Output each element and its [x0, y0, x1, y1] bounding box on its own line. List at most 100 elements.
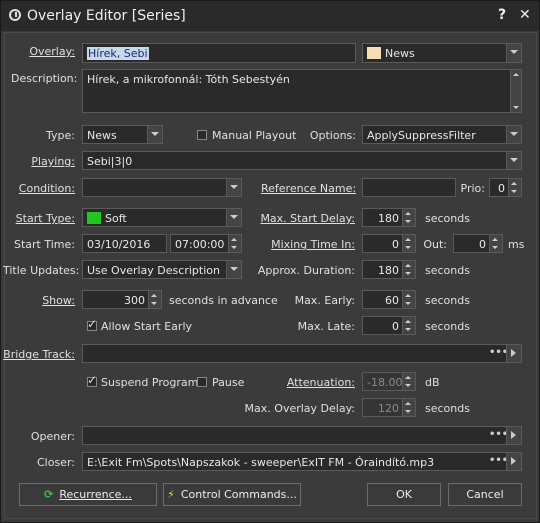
- attenuation-stepper[interactable]: -18.00: [362, 372, 416, 391]
- spin-arrows-icon[interactable]: [402, 235, 415, 252]
- allow-start-early-checkbox[interactable]: [87, 317, 97, 331]
- approx-duration-unit: seconds: [425, 264, 470, 277]
- closer-input[interactable]: E:\Exit Fm\Spots\Napszakok - sweeper\ExI…: [82, 452, 522, 471]
- spin-arrows-icon[interactable]: [402, 209, 415, 226]
- spin-arrows-icon[interactable]: [402, 317, 415, 334]
- chevron-down-icon[interactable]: [226, 261, 241, 278]
- start-type-color-swatch: [87, 212, 101, 224]
- overlay-label: Overlay:: [29, 45, 75, 58]
- closer-label: Closer:: [36, 456, 75, 469]
- playing-label: Playing:: [31, 155, 75, 168]
- chevron-down-icon[interactable]: [506, 44, 521, 62]
- allow-start-early-label: Allow Start Early: [101, 320, 193, 333]
- condition-label: Condition:: [18, 182, 75, 195]
- recurrence-button[interactable]: ⟳ Recurrence...: [19, 483, 157, 506]
- ok-button[interactable]: OK: [367, 483, 441, 506]
- description-textarea[interactable]: Hírek, a mikrofonnál: Tóth Sebestyén: [82, 69, 522, 113]
- show-value: 300: [124, 294, 145, 307]
- suspend-program-label: Suspend Program: [101, 376, 199, 389]
- type-label: Type:: [46, 129, 75, 142]
- chevron-down-icon[interactable]: [506, 126, 521, 143]
- spin-arrows-icon[interactable]: [228, 235, 241, 252]
- prio-value: 0: [498, 182, 505, 195]
- scrollbar[interactable]: [510, 70, 521, 112]
- control-commands-button[interactable]: ⚡ Control Commands...: [163, 483, 301, 506]
- spin-arrows-icon[interactable]: [489, 235, 502, 252]
- approx-duration-stepper[interactable]: 180: [362, 260, 416, 279]
- prio-label: Prio:: [460, 182, 485, 195]
- bridge-track-label: Bridge Track:: [3, 348, 75, 361]
- mixing-in-stepper[interactable]: 0: [362, 234, 416, 253]
- max-late-label: Max. Late:: [297, 320, 355, 333]
- playing-select[interactable]: Sebi|3|0: [82, 151, 522, 170]
- max-start-delay-stepper[interactable]: 180: [362, 208, 416, 227]
- overlay-name-input[interactable]: Hírek, Sebi: [82, 43, 356, 63]
- play-icon[interactable]: [506, 345, 521, 362]
- start-type-select[interactable]: Soft: [82, 208, 242, 227]
- overlay-name-value: Hírek, Sebi: [87, 47, 149, 60]
- opener-label: Opener:: [30, 430, 75, 443]
- chevron-down-icon[interactable]: [506, 152, 521, 169]
- prio-stepper[interactable]: 0: [489, 178, 522, 197]
- show-stepper[interactable]: 300: [82, 290, 162, 309]
- max-start-delay-unit: seconds: [425, 212, 470, 225]
- max-late-stepper[interactable]: 0: [362, 316, 416, 335]
- spin-arrows-icon[interactable]: [402, 291, 415, 308]
- help-button[interactable]: ?: [498, 7, 506, 23]
- manual-playout-checkbox[interactable]: [197, 130, 207, 140]
- overlay-category-value: News: [385, 47, 415, 60]
- bridge-track-input[interactable]: •••: [82, 344, 522, 363]
- max-late-value: 0: [392, 320, 399, 333]
- spin-arrows-icon[interactable]: [402, 373, 415, 390]
- options-label: Options:: [309, 129, 356, 142]
- max-overlay-delay-unit: seconds: [425, 402, 470, 415]
- reference-name-input[interactable]: [362, 178, 456, 197]
- overlay-category-select[interactable]: News: [362, 43, 522, 63]
- mixing-out-value: 0: [479, 238, 486, 251]
- start-date-input[interactable]: 03/10/2016: [82, 234, 167, 253]
- overlay-editor-window: Overlay Editor [Series] ? ✕ Overlay: Hír…: [0, 0, 540, 523]
- mixing-time-in-label: Mixing Time In:: [271, 238, 355, 251]
- attenuation-label: Attenuation:: [286, 376, 355, 389]
- attenuation-value: -18.00: [367, 376, 403, 389]
- type-value: News: [87, 129, 117, 142]
- spin-arrows-icon[interactable]: [402, 261, 415, 278]
- pause-checkbox[interactable]: [197, 377, 207, 387]
- lightning-icon: ⚡: [167, 488, 175, 501]
- title-updates-select[interactable]: Use Overlay Description: [82, 260, 242, 279]
- title-updates-value: Use Overlay Description: [87, 264, 220, 277]
- spin-arrows-icon[interactable]: [148, 291, 161, 308]
- playing-value: Sebi|3|0: [87, 155, 133, 168]
- mixing-out-stepper[interactable]: 0: [453, 234, 503, 253]
- control-commands-label: Control Commands...: [180, 488, 297, 501]
- cancel-button[interactable]: Cancel: [448, 483, 522, 506]
- opener-input[interactable]: •••: [82, 426, 522, 445]
- chevron-down-icon[interactable]: [226, 209, 241, 226]
- chevron-down-icon[interactable]: [147, 126, 162, 143]
- window-title: Overlay Editor [Series]: [27, 8, 186, 24]
- max-early-stepper[interactable]: 60: [362, 290, 416, 309]
- options-value: ApplySuppressFilter: [367, 129, 476, 142]
- close-button[interactable]: ✕: [519, 7, 531, 23]
- play-icon[interactable]: [506, 453, 521, 470]
- browse-button[interactable]: •••: [489, 453, 508, 470]
- spin-arrows-icon[interactable]: [402, 399, 415, 416]
- condition-select[interactable]: [82, 178, 242, 197]
- description-value: Hírek, a mikrofonnál: Tóth Sebestyén: [87, 73, 290, 86]
- start-time-label: Start Time:: [14, 238, 75, 251]
- max-late-unit: seconds: [425, 320, 470, 333]
- suspend-program-checkbox[interactable]: [87, 373, 97, 387]
- browse-button[interactable]: •••: [489, 345, 508, 362]
- chevron-down-icon[interactable]: [226, 179, 241, 196]
- browse-button[interactable]: •••: [489, 427, 508, 444]
- options-select[interactable]: ApplySuppressFilter: [362, 125, 522, 144]
- start-date-value: 03/10/2016: [87, 238, 151, 251]
- max-overlay-delay-stepper[interactable]: 120: [362, 398, 416, 417]
- spin-arrows-icon[interactable]: [508, 179, 521, 196]
- title-updates-label: Title Updates:: [3, 264, 80, 277]
- type-select[interactable]: News: [82, 125, 163, 144]
- max-early-value: 60: [385, 294, 399, 307]
- start-clock-stepper[interactable]: 07:00:00: [170, 234, 242, 253]
- play-icon[interactable]: [506, 427, 521, 444]
- show-label: Show:: [42, 294, 75, 307]
